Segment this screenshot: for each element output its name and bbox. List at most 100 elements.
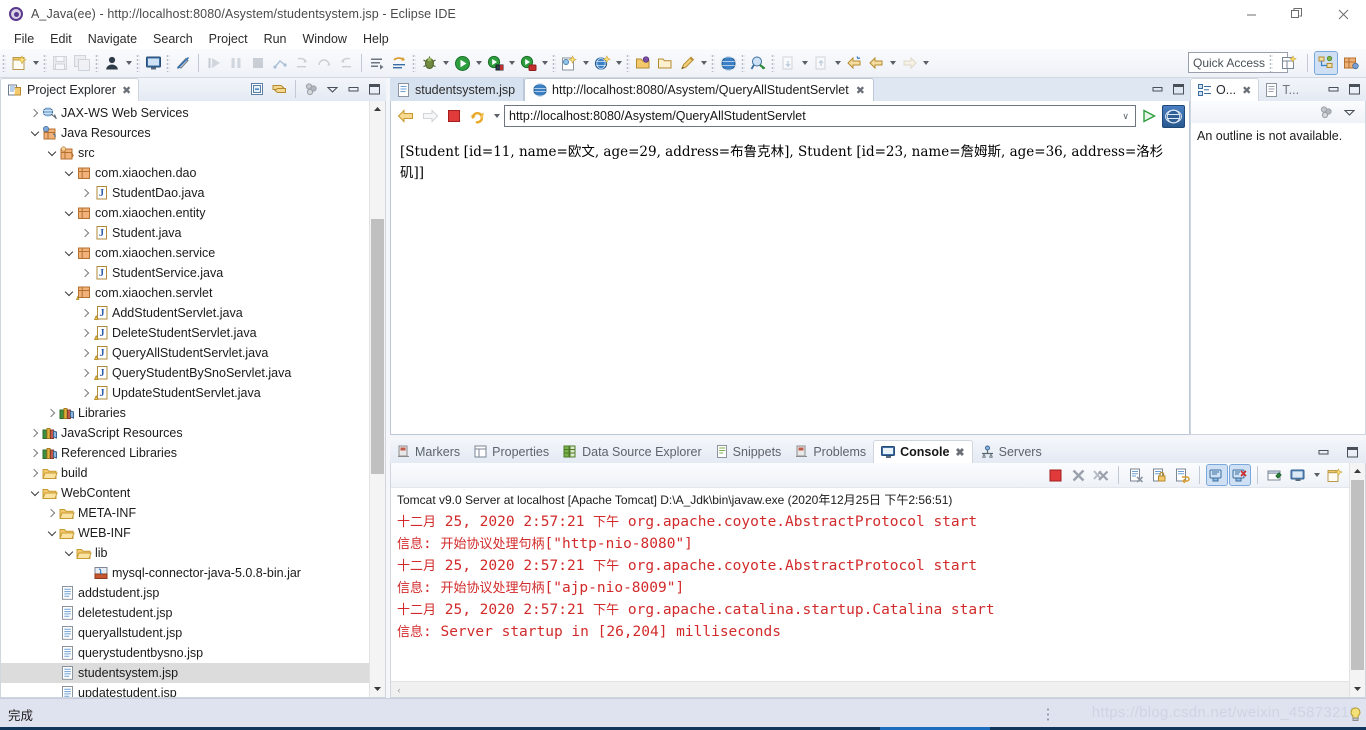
new-dynamic-web-project-icon[interactable] [591, 52, 613, 74]
tree-twisty-open[interactable] [62, 163, 75, 183]
tree-twisty-open[interactable] [28, 123, 41, 143]
java-ee-perspective-icon[interactable] [1314, 51, 1338, 75]
tree-item[interactable]: J QueryStudentBySnoServlet.java [1, 363, 369, 383]
scrollbar-thumb[interactable] [371, 219, 384, 474]
run-dropdown[interactable] [473, 52, 484, 74]
tree-twisty-closed[interactable] [28, 423, 41, 443]
minimize-editor-icon[interactable] [1148, 79, 1167, 98]
tree-twisty-closed[interactable] [28, 443, 41, 463]
external-tools-dropdown[interactable] [698, 52, 709, 74]
tree-item[interactable]: com.xiaochen.servlet [1, 283, 369, 303]
scroll-down-icon[interactable] [370, 681, 385, 697]
console-dropdown-icon[interactable] [1311, 464, 1322, 486]
tab-project-explorer[interactable]: Project Explorer ✖ [0, 78, 140, 101]
collapse-all-icon[interactable] [249, 79, 268, 98]
toolbar-grip-7[interactable] [552, 54, 556, 72]
back-arrow-icon[interactable] [865, 52, 887, 74]
next-annotation-icon[interactable] [366, 52, 388, 74]
browser-go-icon[interactable] [1138, 105, 1160, 127]
tree-item[interactable]: Referenced Libraries [1, 443, 369, 463]
tree-item[interactable]: Java Resources [1, 123, 369, 143]
console-horizontal-scrollbar[interactable]: ‹ [391, 681, 1349, 697]
tree-item[interactable]: J UpdateStudentServlet.java [1, 383, 369, 403]
url-chevron-down-icon[interactable]: ∨ [1120, 111, 1131, 122]
tree-twisty-closed[interactable] [79, 303, 92, 323]
status-bar-grip[interactable] [1046, 707, 1051, 723]
tree-twisty-open[interactable] [45, 523, 58, 543]
debug-dropdown[interactable] [440, 52, 451, 74]
tab-studentsystem-jsp[interactable]: studentsystem.jsp [390, 78, 525, 101]
tab-console[interactable]: Console ✖ [873, 440, 973, 463]
toolbar-grip-9[interactable] [711, 54, 715, 72]
forward-dropdown[interactable] [920, 52, 931, 74]
tab-task-list[interactable]: T... [1259, 78, 1306, 101]
tree-twisty-closed[interactable] [79, 363, 92, 383]
tree-item[interactable]: META-INF [1, 503, 369, 523]
debug-icon[interactable] [418, 52, 440, 74]
tree-item[interactable]: J DeleteStudentServlet.java [1, 323, 369, 343]
tab-outline[interactable]: O... ✖ [1190, 78, 1260, 101]
browser-refresh-icon[interactable] [467, 105, 489, 127]
tab-snippets[interactable]: Snippets [709, 440, 789, 463]
toggle-mark-occurrences-icon[interactable] [172, 52, 194, 74]
clear-console-icon[interactable] [1126, 465, 1146, 485]
menu-help[interactable]: Help [355, 30, 397, 48]
perspective-grip[interactable] [1269, 54, 1273, 72]
project-tree[interactable]: JAX-WS Web Services Java Resources src com.… [1, 103, 369, 697]
coverage-icon[interactable] [517, 52, 539, 74]
toolbar-grip-6[interactable] [412, 54, 416, 72]
close-button[interactable] [1320, 0, 1366, 28]
outline-close-icon[interactable]: ✖ [1242, 84, 1251, 97]
tree-twisty-closed[interactable] [79, 383, 92, 403]
tree-item[interactable]: J QueryAllStudentServlet.java [1, 343, 369, 363]
project-explorer-close-icon[interactable]: ✖ [122, 84, 131, 97]
toolbar-grip-4[interactable] [136, 54, 140, 72]
tree-item[interactable]: mysql-connector-java-5.0.8-bin.jar [1, 563, 369, 583]
tree-twisty-open[interactable] [28, 483, 41, 503]
minimize-view-icon[interactable] [344, 79, 363, 98]
tree-item[interactable]: J AddStudentServlet.java [1, 303, 369, 323]
back-dropdown[interactable] [887, 52, 898, 74]
menu-run[interactable]: Run [256, 30, 295, 48]
tree-twisty-closed[interactable] [79, 183, 92, 203]
tree-item[interactable]: J Student.java [1, 223, 369, 243]
tree-twisty-closed[interactable] [79, 263, 92, 283]
open-external-browser-icon[interactable] [1162, 104, 1185, 128]
menu-edit[interactable]: Edit [42, 30, 80, 48]
tree-item[interactable]: queryallstudent.jsp [1, 623, 369, 643]
tree-item[interactable]: Libraries [1, 403, 369, 423]
tree-item[interactable]: J StudentService.java [1, 263, 369, 283]
minimize-outline-icon[interactable] [1324, 79, 1343, 98]
back-history-icon[interactable] [843, 52, 865, 74]
tree-item[interactable]: updatestudent.jsp [1, 683, 369, 697]
tree-twisty-closed[interactable] [45, 403, 58, 423]
external-tools-icon[interactable] [676, 52, 698, 74]
new-jsp-icon[interactable] [558, 52, 580, 74]
outline-view-menu-dots-icon[interactable] [1317, 103, 1336, 122]
tree-twisty-open[interactable] [62, 203, 75, 223]
link-with-editor-icon[interactable] [270, 79, 289, 98]
run-last-tool-icon[interactable] [484, 52, 506, 74]
toolbar-grip-2[interactable] [43, 54, 47, 72]
tab-markers[interactable]: Markers [390, 440, 467, 463]
scroll-up-icon[interactable] [370, 101, 385, 117]
toolbar-grip-11[interactable] [771, 54, 775, 72]
tree-twisty-closed[interactable] [45, 503, 58, 523]
coverage-dropdown[interactable] [539, 52, 550, 74]
terminal-icon[interactable] [142, 52, 164, 74]
tip-bulb-icon[interactable] [1349, 707, 1362, 722]
tree-item[interactable]: WebContent [1, 483, 369, 503]
tree-twisty-open[interactable] [45, 143, 58, 163]
tree-item[interactable]: com.xiaochen.entity [1, 203, 369, 223]
browser-stop-icon[interactable] [443, 105, 465, 127]
toolbar-grip-3[interactable] [95, 54, 99, 72]
open-task-icon[interactable] [654, 52, 676, 74]
console-scroll-left-icon[interactable]: ‹ [391, 685, 407, 695]
tree-twisty-closed[interactable] [79, 223, 92, 243]
new-wizard-icon[interactable] [8, 52, 30, 74]
run-icon[interactable] [451, 52, 473, 74]
tab-data-source-explorer[interactable]: Data Source Explorer [556, 440, 709, 463]
tree-item[interactable]: build [1, 463, 369, 483]
editor-tab-close-icon[interactable]: ✖ [856, 84, 865, 97]
scroll-lock-icon[interactable] [1149, 465, 1169, 485]
